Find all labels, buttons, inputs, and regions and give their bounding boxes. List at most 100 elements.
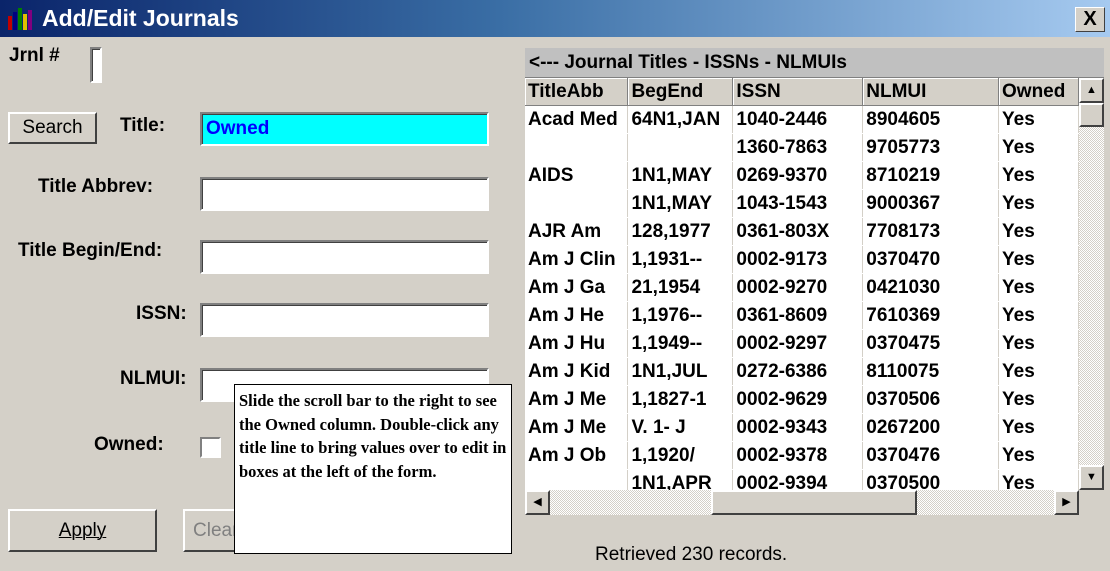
table-row[interactable]: Am J Clin 1,1931-- 0002-9173 0370470 Yes — [525, 245, 1079, 274]
table-cell: 21,1954 — [627, 273, 734, 302]
table-cell: Am J Me — [525, 413, 629, 442]
scroll-corner — [1079, 490, 1104, 515]
column-header[interactable]: BegEnd — [627, 78, 734, 106]
table-cell: 0002-9343 — [732, 413, 864, 442]
table-row[interactable]: 1N1,APR 0002-9394 0370500 Yes — [525, 469, 1079, 490]
scroll-up-icon[interactable]: ▲ — [1079, 78, 1104, 103]
table-cell: Acad Med — [525, 105, 629, 134]
table-cell: 0421030 — [862, 273, 1000, 302]
table-row[interactable]: Am J Me V. 1- J 0002-9343 0267200 Yes — [525, 413, 1079, 442]
table-cell — [525, 469, 629, 490]
table-row[interactable]: 1360-7863 9705773 Yes — [525, 133, 1079, 162]
owned-checkbox[interactable] — [200, 437, 221, 458]
journal-grid[interactable]: TitleAbb BegEnd ISSN NLMUI Owned Acad Med 64N… — [525, 78, 1079, 490]
table-row[interactable]: AIDS 1N1,MAY 0269-9370 8710219 Yes — [525, 161, 1079, 190]
table-cell: 1040-2446 — [732, 105, 864, 134]
table-cell: 1360-7863 — [732, 133, 864, 162]
title-field[interactable]: Owned — [200, 112, 489, 146]
table-cell: Am J Kid — [525, 357, 629, 386]
table-cell: 9000367 — [862, 189, 1000, 218]
table-row[interactable]: Am J He 1,1976-- 0361-8609 7610369 Yes — [525, 301, 1079, 330]
title-abbrev-field[interactable] — [200, 177, 489, 211]
table-cell: 0002-9378 — [732, 441, 864, 470]
nlmui-label: NLMUI: — [120, 368, 187, 389]
scroll-down-icon[interactable]: ▼ — [1079, 465, 1104, 490]
column-header[interactable]: TitleAbb — [525, 78, 629, 106]
table-cell: Am J Ga — [525, 273, 629, 302]
table-cell: Yes — [998, 133, 1079, 162]
table-cell — [525, 189, 629, 218]
issn-label: ISSN: — [136, 303, 187, 324]
table-cell: 8710219 — [862, 161, 1000, 190]
column-header[interactable]: NLMUI — [862, 78, 1000, 106]
table-cell: 7708173 — [862, 217, 1000, 246]
table-cell: 0370500 — [862, 469, 1000, 490]
table-cell: 1,1976-- — [627, 301, 734, 330]
apply-button[interactable]: Apply — [8, 509, 157, 552]
table-cell: 0267200 — [862, 413, 1000, 442]
table-cell: 9705773 — [862, 133, 1000, 162]
title-begin-end-field[interactable] — [200, 240, 489, 274]
table-cell: 1,1827-1 — [627, 385, 734, 414]
table-cell: Yes — [998, 413, 1079, 442]
table-row[interactable]: 1N1,MAY 1043-1543 9000367 Yes — [525, 189, 1079, 218]
table-row[interactable]: Am J Kid 1N1,JUL 0272-6386 8110075 Yes — [525, 357, 1079, 386]
table-cell: Yes — [998, 161, 1079, 190]
table-cell: Yes — [998, 357, 1079, 386]
table-cell: 64N1,JAN — [627, 105, 734, 134]
table-cell: Yes — [998, 441, 1079, 470]
column-header[interactable]: ISSN — [732, 78, 864, 106]
table-cell: Yes — [998, 301, 1079, 330]
table-cell: 1N1,MAY — [627, 161, 734, 190]
table-cell: Yes — [998, 217, 1079, 246]
table-cell: 1,1949-- — [627, 329, 734, 358]
table-cell: 0269-9370 — [732, 161, 864, 190]
scroll-left-icon[interactable]: ◀ — [525, 490, 550, 515]
table-cell: Yes — [998, 189, 1079, 218]
table-cell: 1N1,APR — [627, 469, 734, 490]
journal-grid-caption: <--- Journal Titles - ISSNs - NLMUIs — [525, 48, 1104, 78]
table-row[interactable]: AJR Am 128,1977 0361-803X 7708173 Yes — [525, 217, 1079, 246]
table-cell: 1N1,JUL — [627, 357, 734, 386]
table-cell: Yes — [998, 385, 1079, 414]
table-cell: Am J Hu — [525, 329, 629, 358]
help-tooltip: Slide the scroll bar to the right to see… — [234, 384, 512, 554]
app-books-icon — [8, 8, 32, 30]
title-begin-end-label: Title Begin/End: — [18, 240, 163, 261]
vertical-scrollbar[interactable]: ▲ ▼ — [1079, 78, 1104, 490]
scroll-right-icon[interactable]: ▶ — [1054, 490, 1079, 515]
title-abbrev-label: Title Abbrev: — [38, 176, 154, 197]
table-cell: AIDS — [525, 161, 629, 190]
table-cell: Yes — [998, 469, 1079, 490]
column-header[interactable]: Owned — [998, 78, 1079, 106]
table-cell: 1N1,MAY — [627, 189, 734, 218]
table-cell: 7610369 — [862, 301, 1000, 330]
journal-table[interactable]: TitleAbb BegEnd ISSN NLMUI Owned Acad Med 64N… — [525, 78, 1079, 490]
vertical-scroll-thumb[interactable] — [1079, 103, 1104, 127]
apply-label: Apply — [58, 520, 107, 541]
table-cell: 1,1920/ — [627, 441, 734, 470]
table-row[interactable]: Am J Ob 1,1920/0002-9378 0370476 Yes — [525, 441, 1079, 470]
horizontal-scroll-thumb[interactable] — [711, 490, 917, 515]
search-button[interactable]: Search — [8, 112, 97, 144]
jrnl-number-field[interactable] — [90, 47, 102, 83]
issn-field[interactable] — [200, 303, 489, 337]
table-cell: 0002-9270 — [732, 273, 864, 302]
table-cell: 0370475 — [862, 329, 1000, 358]
table-cell: 0002-9173 — [732, 245, 864, 274]
table-cell: AJR Am — [525, 217, 629, 246]
table-cell: Am J Me — [525, 385, 629, 414]
table-row[interactable]: Am J Ga 21,1954 0002-9270 0421030 Yes — [525, 273, 1079, 302]
table-row[interactable]: Am J Me 1,1827-1 0002-9629 0370506 Yes — [525, 385, 1079, 414]
table-cell: 1043-1543 — [732, 189, 864, 218]
table-cell: 0002-9394 — [732, 469, 864, 490]
table-cell: 0361-803X — [732, 217, 864, 246]
table-cell: 0370476 — [862, 441, 1000, 470]
table-row[interactable]: Am J Hu 1,1949-- 0002-9297 0370475 Yes — [525, 329, 1079, 358]
table-cell: 8110075 — [862, 357, 1000, 386]
close-button[interactable]: X — [1075, 7, 1105, 32]
owned-label: Owned: — [94, 434, 164, 455]
table-row[interactable]: Acad Med 64N1,JAN 1040-2446 8904605 Yes — [525, 105, 1079, 134]
horizontal-scrollbar[interactable]: ◀ ▶ — [525, 490, 1079, 515]
table-cell: Yes — [998, 329, 1079, 358]
